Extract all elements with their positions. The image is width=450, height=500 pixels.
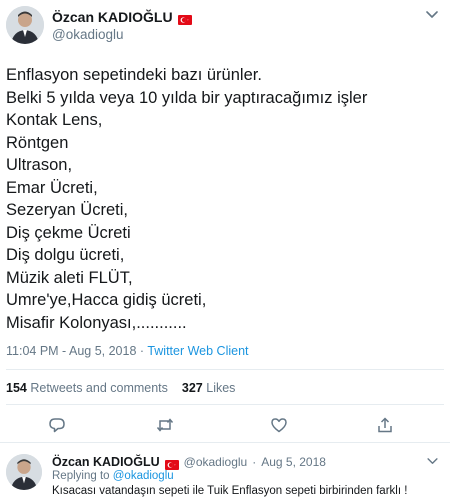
retweets-label: Retweets and comments: [30, 381, 168, 395]
client-link[interactable]: Twitter Web Client: [147, 344, 248, 358]
tweet-line: Sezeryan Ücreti,: [6, 201, 128, 219]
likes-count: 327: [181, 381, 203, 395]
tweet-line: Misafir Kolonyası,...........: [6, 313, 187, 332]
tweet-line: Belki 5 yılda veya 10 yılda bir yaptırac…: [6, 88, 368, 107]
tweet-line: Röntgen: [6, 133, 69, 152]
retweets-stat[interactable]: 154 Retweets and comments: [6, 381, 168, 395]
turkey-flag-icon: [177, 12, 192, 25]
avatar[interactable]: [6, 454, 42, 490]
reply-author-handle[interactable]: @okadioglu: [184, 455, 248, 469]
tweet-line: Umre'ye,Hacca gidiş ücreti,: [6, 291, 207, 309]
reply-icon[interactable]: [48, 416, 66, 434]
divider: [0, 442, 450, 443]
tweet-line: Diş çekme Ücreti: [6, 223, 131, 242]
tweet-line: Enflasyon sepetindeki bazı ürünler.: [6, 66, 262, 84]
tweet-line: Ultrason,: [6, 156, 73, 174]
share-icon[interactable]: [376, 416, 394, 434]
chevron-down-icon[interactable]: [427, 458, 438, 465]
replying-prefix: Replying to: [52, 470, 110, 482]
tweet-line: Kontak Lens,: [6, 111, 103, 129]
divider: [6, 369, 444, 370]
reply-text: Kısacası vatandaşın sepeti ile Tuik Enfl…: [52, 485, 408, 497]
replying-mention-link[interactable]: @okadioglu: [113, 470, 174, 482]
meta-separator: ·: [136, 344, 148, 358]
action-bar: [0, 416, 450, 436]
chevron-down-icon[interactable]: [426, 11, 438, 19]
author-handle[interactable]: @okadioglu: [52, 27, 124, 42]
tweet-text: Enflasyon sepetindeki bazı ürünler. Belk…: [6, 64, 436, 334]
reply-date[interactable]: Aug 5, 2018: [261, 455, 326, 469]
retweet-icon[interactable]: [156, 416, 174, 434]
reply-author-name[interactable]: Özcan KADIOĞLU: [52, 455, 160, 469]
reply-tweet[interactable]: Özcan KADIOĞLU @okadioglu · Aug 5, 2018 …: [0, 448, 450, 500]
tweet-line: Müzik aleti FLÜT,: [6, 268, 133, 287]
like-icon[interactable]: [270, 416, 288, 434]
tweet-stats: 154 Retweets and comments 327 Likes: [6, 381, 235, 395]
divider: [6, 404, 444, 405]
replying-to: Replying to @okadioglu: [52, 470, 174, 482]
reply-separator: ·: [252, 455, 257, 469]
likes-stat[interactable]: 327 Likes: [182, 381, 236, 395]
retweets-count: 154: [6, 381, 27, 395]
tweet-line: Emar Ücreti,: [6, 178, 98, 197]
tweet-meta: 11:04 PM - Aug 5, 2018 · Twitter Web Cli…: [6, 344, 249, 358]
tweet-line: Diş dolgu ücreti,: [6, 246, 125, 264]
tweet-timestamp[interactable]: 11:04 PM - Aug 5, 2018: [6, 344, 136, 358]
avatar[interactable]: [6, 6, 44, 44]
likes-label: Likes: [206, 381, 236, 395]
author-name[interactable]: Özcan KADIOĞLU: [52, 9, 173, 25]
turkey-flag-icon: [164, 457, 179, 470]
